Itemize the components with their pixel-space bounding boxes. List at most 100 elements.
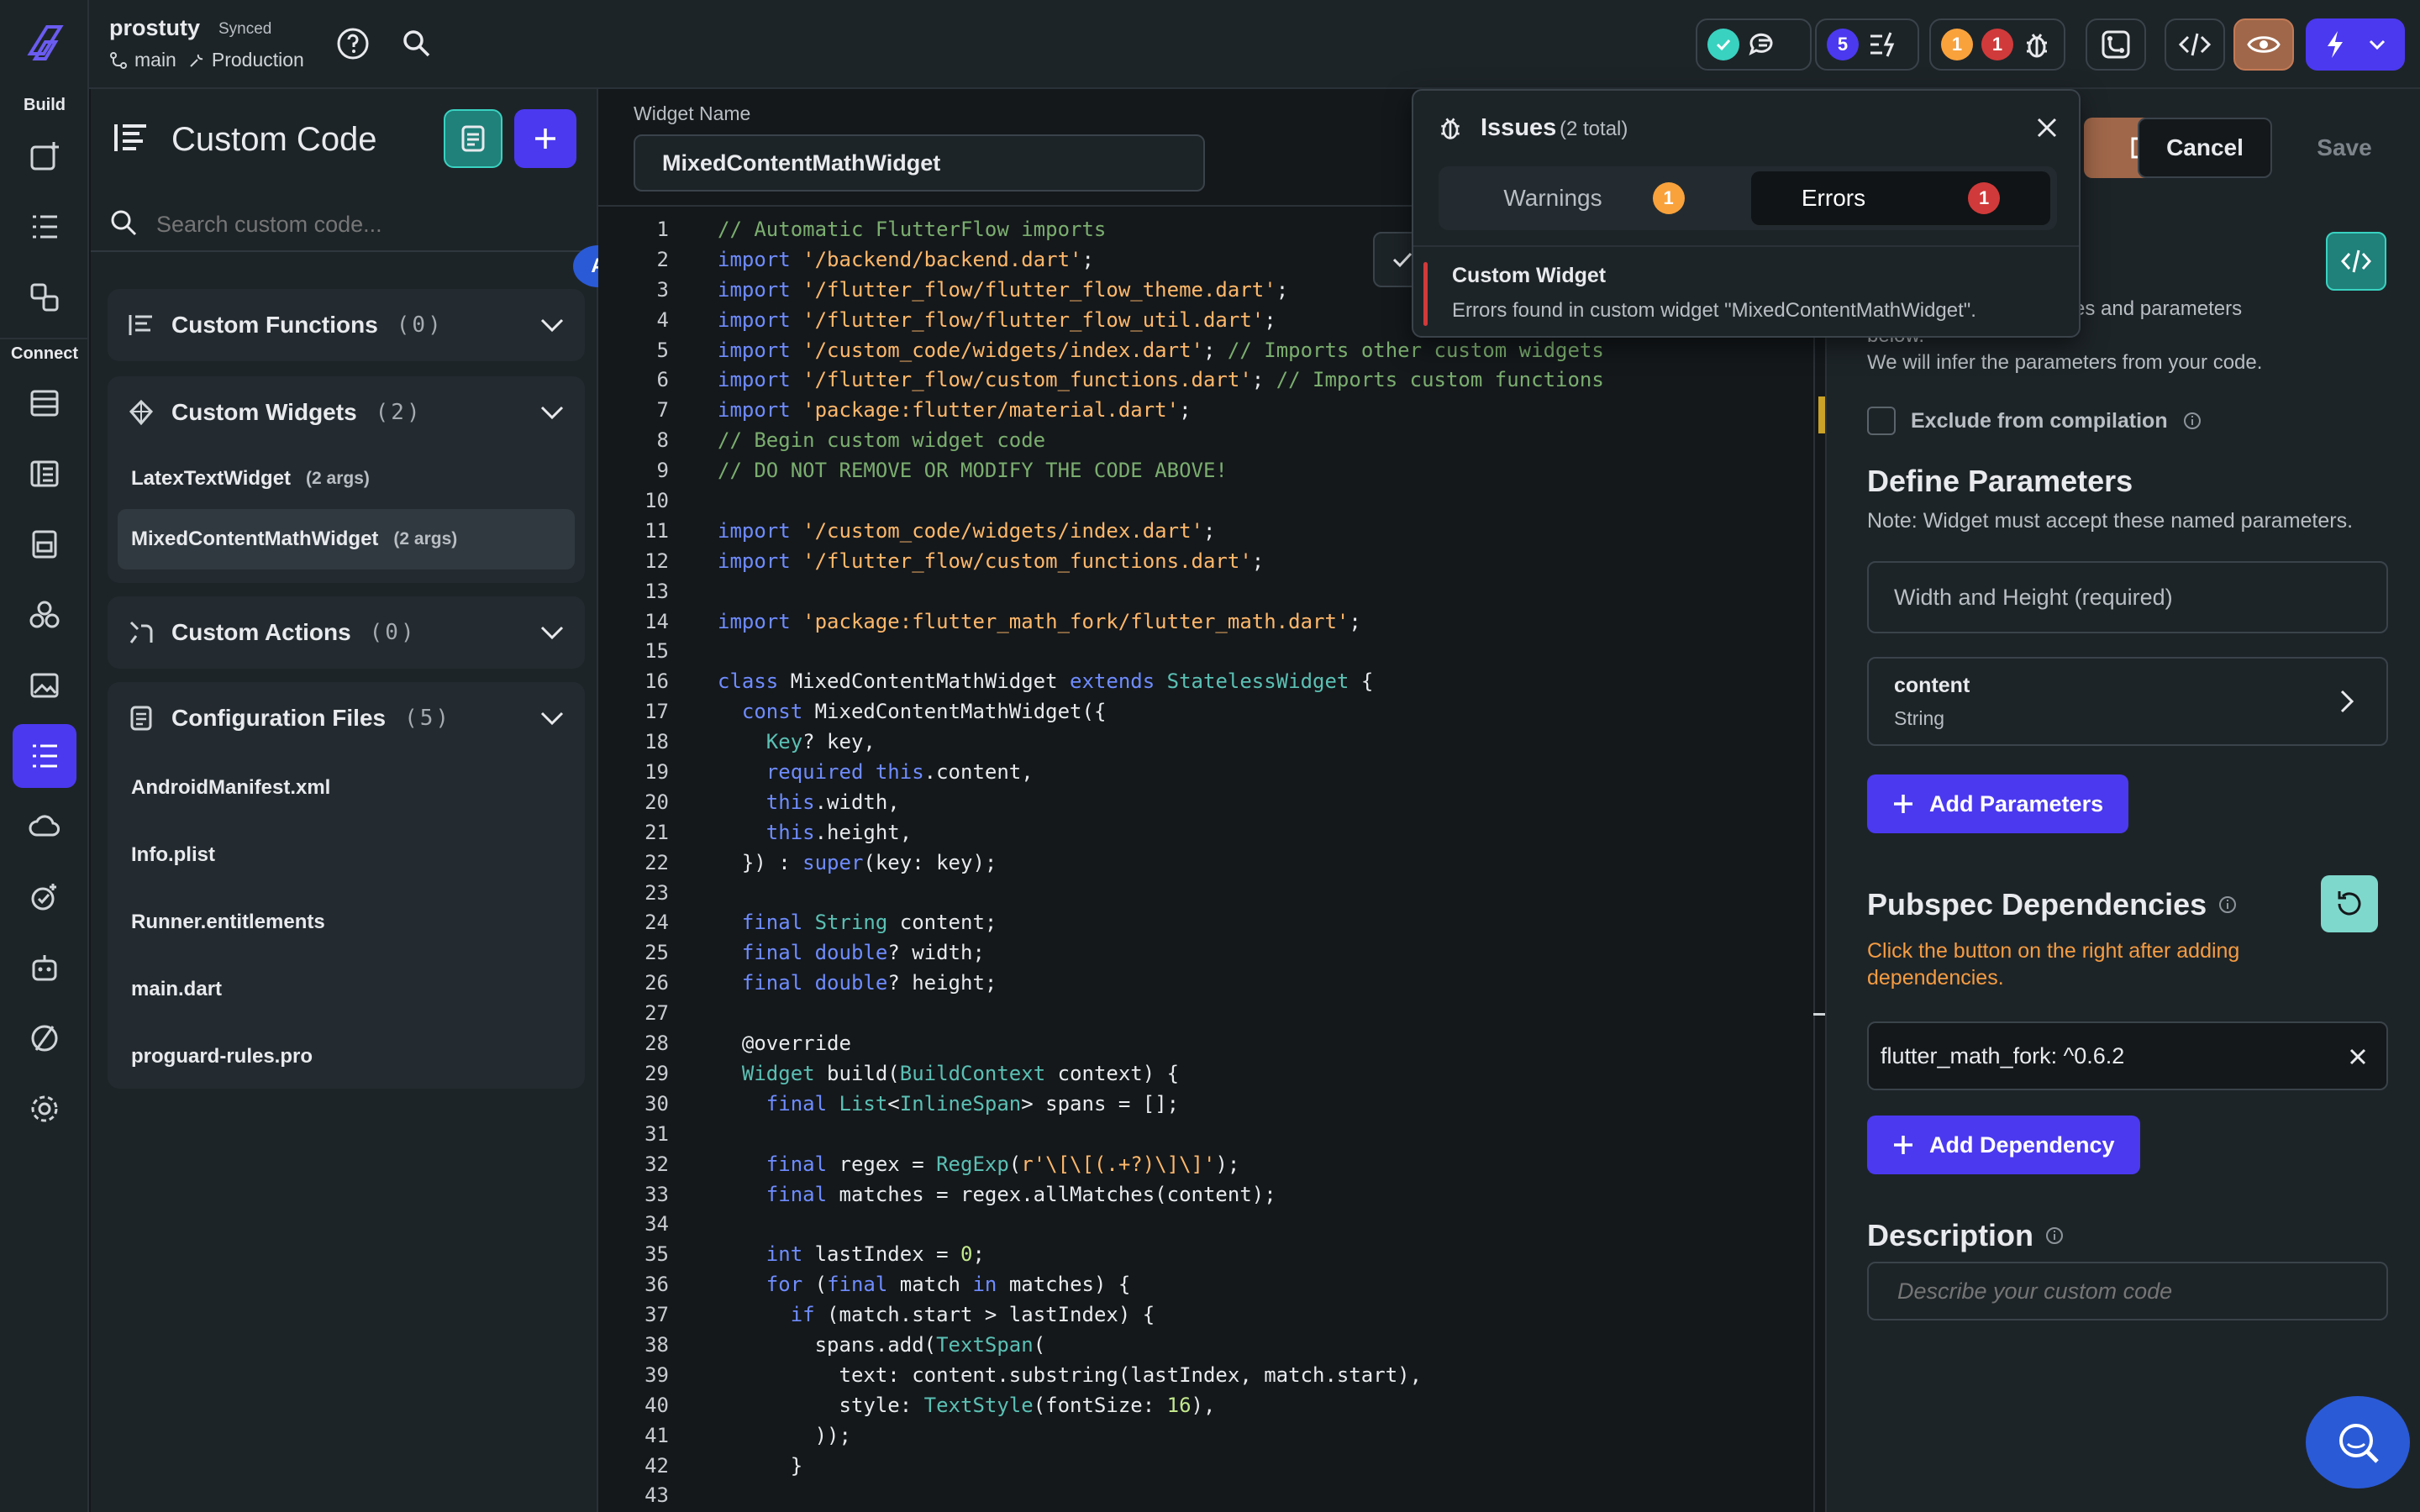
code-line[interactable]: 39 text: content.substring(lastIndex, ma… <box>598 1361 1825 1391</box>
save-button[interactable]: Save <box>2286 118 2403 178</box>
theme-icon[interactable] <box>13 583 76 647</box>
code-line[interactable]: 17 const MixedContentMathWidget({ <box>598 697 1825 727</box>
agent-robot-icon[interactable] <box>13 936 76 1000</box>
chevron-down-icon[interactable] <box>539 405 565 420</box>
width-height-field[interactable]: Width and Height (required) <box>1867 561 2388 633</box>
widget-item-latex[interactable]: LatexTextWidget (2 args) <box>108 449 585 509</box>
collaborators-pill[interactable]: 5 <box>1815 18 1919 71</box>
code-view-button[interactable] <box>2165 18 2225 71</box>
code-line[interactable]: 10 <box>598 486 1825 517</box>
code-line[interactable]: 41 )); <box>598 1421 1825 1452</box>
add-page-icon[interactable] <box>13 124 76 188</box>
search-icon[interactable] <box>402 29 432 59</box>
issue-item[interactable]: Custom Widget Errors found in custom wid… <box>1413 259 2079 331</box>
config-file-item[interactable]: main.dart <box>108 956 585 1023</box>
tab-errors[interactable]: Errors 1 <box>1751 171 2050 225</box>
chevron-down-icon[interactable] <box>539 625 565 640</box>
close-icon[interactable] <box>2348 1047 2368 1067</box>
code-line[interactable]: 28 @override <box>598 1029 1825 1059</box>
code-line[interactable]: 27 <box>598 999 1825 1029</box>
flutterflow-logo-icon[interactable] <box>22 20 67 66</box>
add-custom-code-button[interactable] <box>514 109 576 168</box>
config-file-item[interactable]: Runner.entitlements <box>108 889 585 956</box>
config-file-item[interactable]: proguard-rules.pro <box>108 1023 585 1090</box>
code-line[interactable]: 11 import '/custom_code/widgets/index.dar… <box>598 517 1825 547</box>
info-icon[interactable] <box>2183 412 2202 430</box>
code-line[interactable]: 6 import '/flutter_flow/custom_functions.… <box>598 365 1825 396</box>
custom-code-icon[interactable] <box>13 724 76 788</box>
description-input[interactable] <box>1867 1262 2388 1320</box>
code-line[interactable]: 37 if (match.start > lastIndex) { <box>598 1300 1825 1331</box>
branching-button[interactable] <box>2086 18 2146 71</box>
scrollbar-thumb[interactable] <box>1813 1013 1825 1016</box>
code-line[interactable]: 23 <box>598 879 1825 909</box>
code-line[interactable]: 16 class MixedContentMathWidget extends S… <box>598 667 1825 697</box>
project-name[interactable]: prostuty <box>109 15 200 41</box>
branch-selector[interactable]: main Production <box>109 49 304 71</box>
info-icon[interactable] <box>2045 1226 2064 1245</box>
code-line[interactable]: 40 style: TextStyle(fontSize: 16), <box>598 1391 1825 1421</box>
code-line[interactable]: 36 for (final match in matches) { <box>598 1270 1825 1300</box>
code-line[interactable]: 9 // DO NOT REMOVE OR MODIFY THE CODE ABO… <box>598 456 1825 486</box>
code-line[interactable]: 43 <box>598 1481 1825 1511</box>
code-line[interactable]: 13 <box>598 577 1825 607</box>
settings-gear-icon[interactable] <box>13 1077 76 1141</box>
add-dependency-button[interactable]: Add Dependency <box>1867 1116 2140 1174</box>
code-line[interactable]: 7 import 'package:flutter/material.dart'; <box>598 396 1825 426</box>
app-state-icon[interactable] <box>13 512 76 576</box>
config-file-item[interactable]: AndroidManifest.xml <box>108 754 585 822</box>
code-line[interactable]: 5 import '/custom_code/widgets/index.dart… <box>598 336 1825 366</box>
status-comments-pill[interactable] <box>1696 18 1812 71</box>
scrollbar-track[interactable] <box>1813 207 1815 1512</box>
code-line[interactable]: 20 this.width, <box>598 788 1825 818</box>
exclude-checkbox[interactable] <box>1867 407 1896 435</box>
config-file-item[interactable]: Info.plist <box>108 822 585 889</box>
code-line[interactable]: 31 <box>598 1120 1825 1150</box>
code-line[interactable]: 12 import '/flutter_flow/custom_functions… <box>598 547 1825 577</box>
code-line[interactable]: 18 Key? key, <box>598 727 1825 758</box>
widget-tree-icon[interactable] <box>13 195 76 259</box>
code-line[interactable]: 14 import 'package:flutter_math_fork/flut… <box>598 607 1825 638</box>
code-content[interactable]: 1 // Automatic FlutterFlow imports 2 import… <box>598 215 1825 1511</box>
support-chat-button[interactable] <box>2306 1396 2410 1488</box>
section-header[interactable]: Custom Widgets (2) <box>108 376 585 449</box>
code-line[interactable]: 29 Widget build(BuildContext context) { <box>598 1059 1825 1089</box>
code-line[interactable]: 25 final double? width; <box>598 938 1825 969</box>
run-menu-button[interactable] <box>2306 18 2405 71</box>
search-input[interactable] <box>156 205 560 244</box>
code-line[interactable]: 15 <box>598 637 1825 667</box>
add-parameters-button[interactable]: Add Parameters <box>1867 774 2129 833</box>
code-line[interactable]: 24 final String content; <box>598 908 1825 938</box>
preview-button[interactable] <box>2233 18 2294 71</box>
cancel-button[interactable]: Cancel <box>2138 118 2272 178</box>
help-icon[interactable] <box>336 27 370 60</box>
search-bar[interactable] <box>91 198 597 252</box>
exclude-compilation-row[interactable]: Exclude from compilation <box>1867 407 2202 435</box>
info-icon[interactable] <box>2218 895 2237 914</box>
code-line[interactable]: 26 final double? height; <box>598 969 1825 999</box>
code-line[interactable]: 42 } <box>598 1452 1825 1482</box>
chevron-down-icon[interactable] <box>539 318 565 333</box>
code-line[interactable]: 19 required this.content, <box>598 758 1825 788</box>
media-assets-icon[interactable] <box>13 654 76 717</box>
chevron-down-icon[interactable] <box>539 711 565 726</box>
database-icon[interactable] <box>13 371 76 435</box>
issues-pill[interactable]: 1 1 <box>1929 18 2065 71</box>
widget-name-input[interactable] <box>634 134 1205 192</box>
code-line[interactable]: 34 <box>598 1210 1825 1240</box>
section-header[interactable]: Configuration Files (5) <box>108 682 585 754</box>
parameter-item-content[interactable]: content String <box>1867 657 2388 746</box>
dependency-value[interactable]: flutter_math_fork: ^0.6.2 <box>1881 1043 2124 1069</box>
code-line[interactable]: 32 final regex = RegExp(r'\[\[(.+?)\]\]'… <box>598 1150 1825 1180</box>
code-line[interactable]: 35 int lastIndex = 0; <box>598 1240 1825 1270</box>
code-settings-button[interactable] <box>2326 232 2386 291</box>
code-line[interactable]: 33 final matches = regex.allMatches(cont… <box>598 1180 1825 1210</box>
dependency-field[interactable]: flutter_math_fork: ^0.6.2 <box>1867 1021 2388 1090</box>
code-line[interactable]: 30 final List<InlineSpan> spans = []; <box>598 1089 1825 1120</box>
widget-item-mixed-content[interactable]: MixedContentMathWidget (2 args) <box>118 509 575 570</box>
design-system-icon[interactable] <box>13 1006 76 1070</box>
code-line[interactable]: 22 }) : super(key: key); <box>598 848 1825 879</box>
storyboard-icon[interactable] <box>13 265 76 329</box>
cloud-functions-icon[interactable] <box>13 795 76 858</box>
code-line[interactable]: 21 this.height, <box>598 818 1825 848</box>
